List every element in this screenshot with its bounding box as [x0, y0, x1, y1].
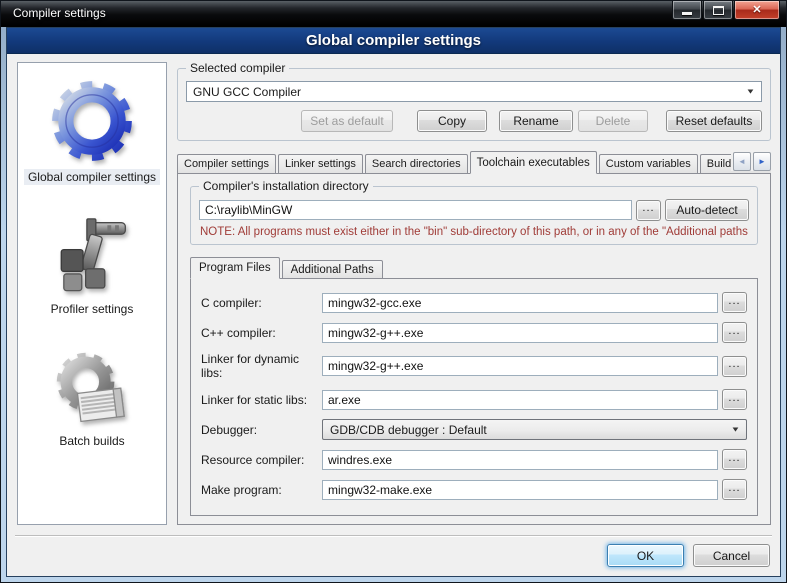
field-label: C compiler:	[201, 296, 322, 310]
selected-compiler-group: Selected compiler GNU GCC Compiler ▼ Set…	[177, 68, 771, 141]
toolchain-executables-panel: Compiler's installation directory ... Au…	[177, 173, 771, 525]
field-label: Make program:	[201, 483, 322, 497]
field-label: C++ compiler:	[201, 326, 322, 340]
caliper-icon	[51, 215, 133, 297]
browse-button[interactable]: ...	[722, 449, 747, 470]
compiler-settings-window: Compiler settings ✕ Global compiler sett…	[0, 0, 787, 583]
sidebar-item-label: Profiler settings	[47, 301, 138, 317]
tab-scroll-buttons: ◄ ►	[731, 152, 771, 171]
linker-static-input[interactable]	[322, 390, 718, 410]
sidebar-item-profiler-settings[interactable]: Profiler settings	[47, 215, 138, 317]
titlebar: Compiler settings ✕	[1, 1, 786, 27]
browse-button[interactable]: ...	[722, 356, 747, 377]
browse-directory-button[interactable]: ...	[636, 200, 661, 221]
sidebar-item-global-compiler-settings[interactable]: Global compiler settings	[24, 77, 160, 185]
installation-directory-group: Compiler's installation directory ... Au…	[190, 186, 758, 245]
tab-linker-settings[interactable]: Linker settings	[278, 154, 363, 174]
tab-toolchain-executables[interactable]: Toolchain executables	[470, 151, 597, 174]
selected-compiler-group-label: Selected compiler	[186, 61, 289, 75]
browse-button[interactable]: ...	[722, 389, 747, 410]
page-title: Global compiler settings	[7, 28, 780, 54]
installation-directory-group-label: Compiler's installation directory	[199, 179, 373, 193]
subtab-program-files[interactable]: Program Files	[190, 257, 280, 279]
chevron-down-icon: ▼	[746, 88, 756, 95]
field-row-linker-static: Linker for static libs: ...	[201, 389, 747, 410]
linker-dynamic-input[interactable]	[322, 356, 718, 376]
copy-button[interactable]: Copy	[417, 110, 487, 132]
window-controls: ✕	[672, 1, 780, 20]
make-program-input[interactable]	[322, 480, 718, 500]
sidebar-item-label: Batch builds	[55, 433, 128, 449]
field-row-c-compiler: C compiler: ...	[201, 292, 747, 313]
resource-compiler-input[interactable]	[322, 450, 718, 470]
tab-compiler-settings[interactable]: Compiler settings	[177, 154, 276, 174]
debugger-select-value: GDB/CDB debugger : Default	[330, 423, 487, 437]
window-title: Compiler settings	[13, 6, 106, 20]
program-files-panel: C compiler: ... C++ compiler: ... Linker…	[190, 278, 758, 516]
cpp-compiler-input[interactable]	[322, 323, 718, 343]
subtab-additional-paths[interactable]: Additional Paths	[282, 260, 383, 279]
field-row-resource-compiler: Resource compiler: ...	[201, 449, 747, 470]
close-button[interactable]: ✕	[734, 1, 780, 20]
field-row-cpp-compiler: C++ compiler: ...	[201, 322, 747, 343]
chevron-down-icon: ▼	[731, 426, 741, 433]
gray-gear-stack-icon	[51, 347, 133, 429]
debugger-select[interactable]: GDB/CDB debugger : Default ▼	[322, 419, 747, 440]
cancel-button[interactable]: Cancel	[693, 544, 770, 567]
dialog-footer: OK Cancel	[7, 537, 780, 567]
settings-category-sidebar: Global compiler settings	[17, 62, 167, 525]
minimize-icon	[682, 12, 692, 15]
field-label: Linker for dynamic libs:	[201, 352, 322, 380]
minimize-button[interactable]	[672, 1, 702, 20]
set-as-default-button[interactable]: Set as default	[301, 110, 393, 132]
field-label: Debugger:	[201, 423, 322, 437]
maximize-icon	[713, 6, 724, 15]
tab-scroll-right-button[interactable]: ►	[753, 152, 771, 171]
field-row-make-program: Make program: ...	[201, 479, 747, 500]
maximize-button[interactable]	[703, 1, 733, 20]
browse-button[interactable]: ...	[722, 479, 747, 500]
close-icon: ✕	[752, 5, 761, 16]
reset-defaults-button[interactable]: Reset defaults	[666, 110, 762, 132]
program-subtabs: Program Files Additional Paths	[190, 257, 758, 279]
tab-custom-variables[interactable]: Custom variables	[599, 154, 698, 174]
rename-button[interactable]: Rename	[499, 110, 573, 132]
tab-search-directories[interactable]: Search directories	[365, 154, 468, 174]
browse-button[interactable]: ...	[722, 292, 747, 313]
delete-button[interactable]: Delete	[578, 110, 648, 132]
browse-button[interactable]: ...	[722, 322, 747, 343]
compiler-select[interactable]: GNU GCC Compiler ▼	[186, 81, 762, 102]
compiler-select-value: GNU GCC Compiler	[193, 85, 301, 99]
ok-button[interactable]: OK	[607, 544, 684, 567]
field-row-debugger: Debugger: GDB/CDB debugger : Default ▼	[201, 419, 747, 440]
installation-note: NOTE: All programs must exist either in …	[200, 226, 748, 238]
settings-tabstrip: Compiler settings Linker settings Search…	[177, 151, 771, 174]
field-label: Resource compiler:	[201, 453, 322, 467]
auto-detect-button[interactable]: Auto-detect	[665, 199, 749, 221]
sidebar-item-batch-builds[interactable]: Batch builds	[51, 347, 133, 449]
installation-directory-input[interactable]	[199, 200, 632, 220]
tab-scroll-left-button[interactable]: ◄	[733, 152, 751, 171]
field-label: Linker for static libs:	[201, 393, 322, 407]
field-row-linker-dynamic: Linker for dynamic libs: ...	[201, 352, 747, 380]
blue-gear-icon	[48, 77, 136, 165]
dialog-body: Global compiler settings	[6, 27, 781, 577]
c-compiler-input[interactable]	[322, 293, 718, 313]
sidebar-item-label: Global compiler settings	[24, 169, 160, 185]
